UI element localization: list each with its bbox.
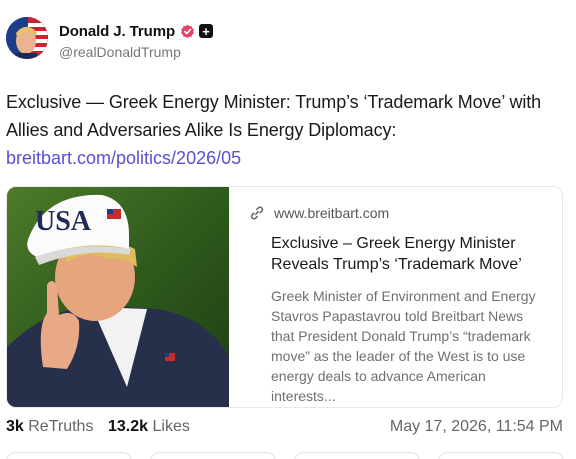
retruths-label: ReTruths [28, 418, 94, 435]
likes-count: 13.2k [108, 418, 149, 435]
post-header: Donald J. Trump + @realDonaldTrump [6, 17, 566, 63]
post-link[interactable]: breitbart.com/politics/2026/05 [6, 144, 241, 172]
retruth-button[interactable] [150, 452, 276, 459]
card-domain: www.breitbart.com [274, 205, 390, 221]
like-button[interactable] [294, 452, 420, 459]
post-body-text: Exclusive — Greek Energy Minister: Trump… [6, 92, 542, 140]
post-timestamp[interactable]: May 17, 2026, 11:54 PM [390, 418, 563, 436]
author-avatar[interactable] [6, 17, 48, 59]
author-display-name[interactable]: Donald J. Trump [59, 23, 175, 40]
retruths-stat[interactable]: 3k ReTruths [6, 418, 93, 436]
action-bar [0, 452, 576, 459]
link-preview-card[interactable]: USA www.breitbart.com Exclusive – Greek … [6, 186, 563, 408]
link-icon [249, 205, 265, 221]
plus-badge-icon: + [199, 24, 214, 38]
author-handle[interactable]: @realDonaldTrump [59, 44, 181, 60]
verified-badge-icon [180, 24, 195, 39]
avatar-image [6, 17, 48, 59]
post-stats: 3k ReTruths 13.2k Likes May 17, 2026, 11… [6, 418, 563, 440]
likes-label: Likes [152, 418, 190, 435]
retruths-count: 3k [6, 418, 24, 435]
likes-stat[interactable]: 13.2k Likes [108, 418, 190, 436]
card-thumbnail-image[interactable]: USA [7, 187, 229, 407]
card-title[interactable]: Exclusive – Greek Energy Minister Reveal… [271, 233, 551, 275]
card-description: Greek Minister of Environment and Energy… [271, 288, 536, 404]
reply-button[interactable] [6, 452, 132, 459]
share-button[interactable] [438, 452, 564, 459]
svg-text:USA: USA [35, 206, 92, 237]
card-body: www.breitbart.com Exclusive – Greek Ener… [250, 201, 551, 406]
